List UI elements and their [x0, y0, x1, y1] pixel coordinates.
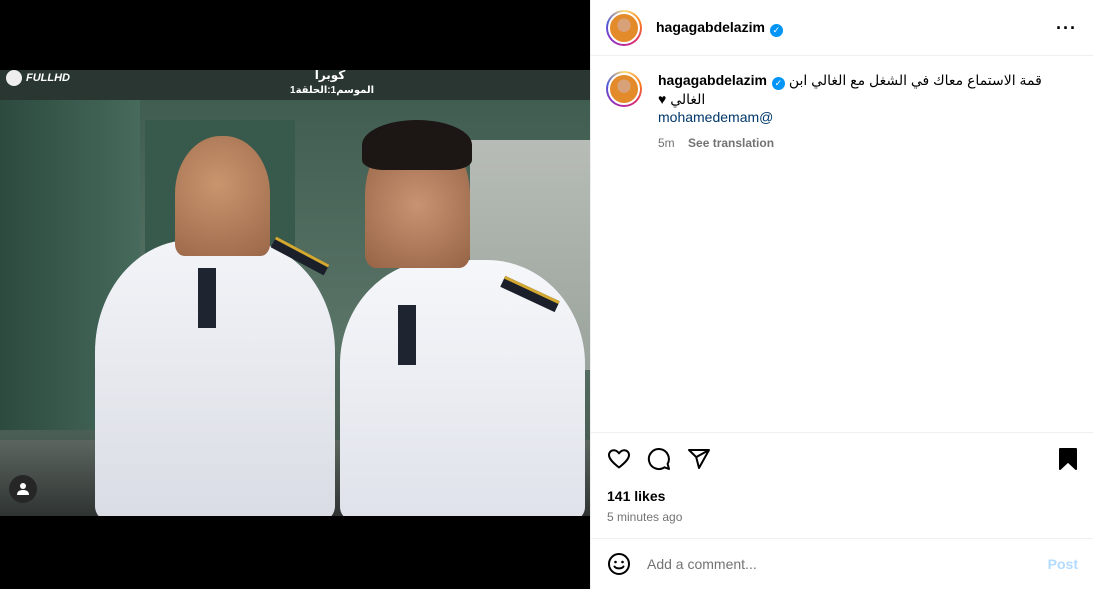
post-comment-button[interactable]: Post: [1048, 556, 1078, 572]
comment-bar: Post: [591, 538, 1093, 589]
post-details-panel: hagagabdelazim ✓ ··· hagagabdelazim ✓ قمة …: [590, 0, 1093, 589]
action-bar: [591, 432, 1093, 484]
likes-count[interactable]: 141 likes: [607, 488, 665, 504]
post-header: hagagabdelazim ✓ ···: [591, 0, 1093, 56]
photo-tie-right: [398, 305, 416, 365]
show-title-overlay: كوبرا الموسم1:الحلقة1: [290, 68, 375, 96]
photo-officer-left-head: [175, 136, 270, 256]
caption-username[interactable]: hagagabdelazim: [658, 72, 767, 88]
post-photo: [0, 70, 590, 516]
watermark-text: FULLHD: [26, 72, 70, 84]
photo-tie-left: [198, 268, 216, 328]
verified-badge-icon: ✓: [769, 23, 783, 37]
emoji-icon[interactable]: [607, 552, 631, 576]
author-username-text[interactable]: hagagabdelazim: [656, 19, 765, 35]
bookmark-icon[interactable]: [1056, 447, 1080, 471]
user-tag-icon: [17, 483, 29, 495]
caption-timestamp[interactable]: 5m: [658, 136, 675, 150]
author-username[interactable]: hagagabdelazim ✓: [656, 19, 783, 37]
comments-area: hagagabdelazim ✓ قمة الاستماع معاك في الش…: [591, 57, 1093, 432]
caption-meta: 5m See translation: [658, 134, 1078, 152]
episode-info: الموسم1:الحلقة1: [290, 85, 375, 96]
caption-mention-link[interactable]: mohamedemam@: [658, 108, 1078, 126]
heart-icon[interactable]: [607, 447, 631, 471]
more-options-icon[interactable]: ···: [1056, 19, 1077, 37]
share-icon[interactable]: [687, 447, 711, 471]
photo-officer-right-hair: [362, 120, 472, 170]
show-title: كوبرا: [314, 68, 346, 82]
watermark-circle-icon: [6, 70, 22, 86]
caption-verified-badge-icon: ✓: [771, 77, 785, 90]
caption-author-avatar[interactable]: [606, 71, 642, 107]
comment-input[interactable]: [647, 556, 1048, 572]
caption: hagagabdelazim ✓ قمة الاستماع معاك في الش…: [606, 71, 1078, 152]
author-avatar[interactable]: [606, 9, 642, 46]
post-media[interactable]: FULLHD كوبرا الموسم1:الحلقة1: [0, 0, 590, 589]
user-tag-button[interactable]: [9, 475, 37, 503]
comment-icon[interactable]: [647, 447, 671, 471]
see-translation-button[interactable]: See translation: [688, 136, 774, 150]
caption-body: hagagabdelazim ✓ قمة الاستماع معاك في الش…: [658, 71, 1078, 152]
fullhd-watermark: FULLHD: [6, 70, 70, 86]
post-timestamp[interactable]: 5 minutes ago: [607, 510, 682, 524]
